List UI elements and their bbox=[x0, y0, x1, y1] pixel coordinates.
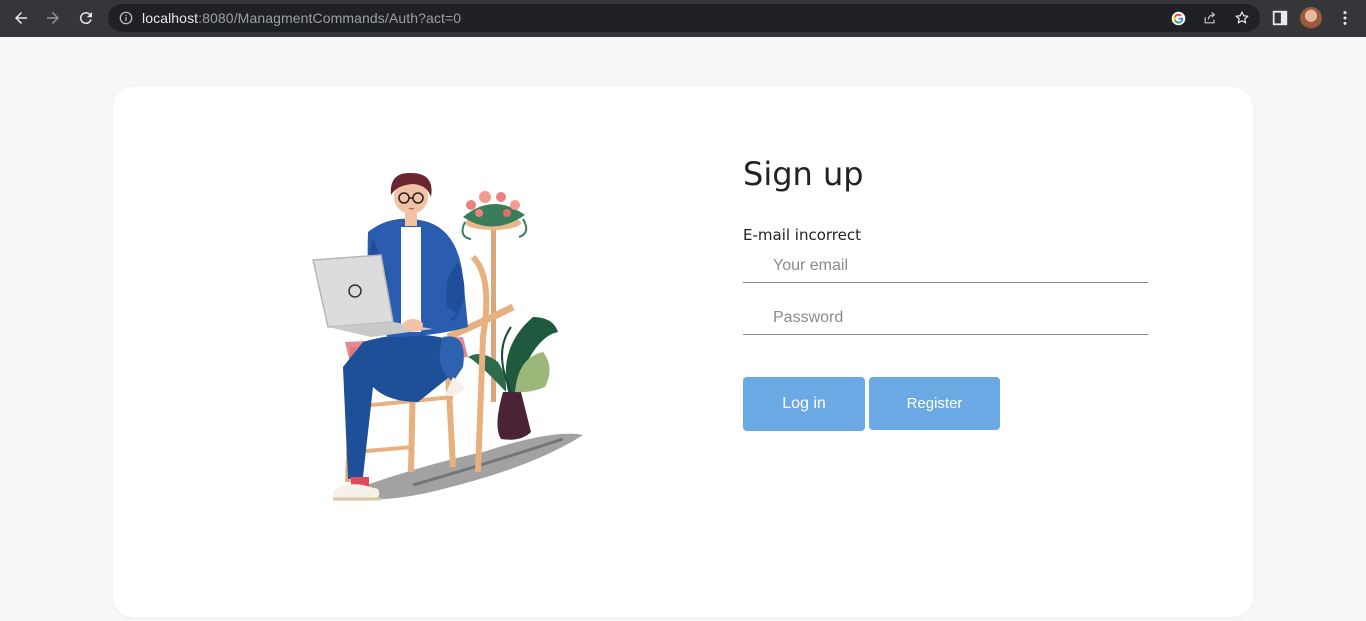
email-input[interactable] bbox=[743, 249, 1148, 283]
auth-card: Sign up E-mail incorrect Log in Register bbox=[113, 87, 1253, 617]
email-error-message: E-mail incorrect bbox=[743, 226, 861, 244]
login-button[interactable]: Log in bbox=[743, 377, 865, 431]
forward-arrow-icon[interactable] bbox=[42, 7, 64, 29]
info-icon[interactable] bbox=[118, 10, 134, 26]
back-arrow-icon[interactable] bbox=[10, 7, 32, 29]
side-panel-icon[interactable] bbox=[1269, 7, 1291, 29]
person-with-laptop-illustration bbox=[312, 172, 583, 501]
password-input[interactable] bbox=[743, 301, 1148, 335]
star-icon[interactable] bbox=[1232, 8, 1252, 28]
address-bar[interactable]: localhost:8080/ManagmentCommands/Auth?ac… bbox=[108, 4, 1260, 32]
kebab-menu-icon[interactable] bbox=[1334, 7, 1356, 29]
google-icon[interactable] bbox=[1168, 8, 1188, 28]
page-title: Sign up bbox=[743, 155, 864, 193]
browser-toolbar: localhost:8080/ManagmentCommands/Auth?ac… bbox=[0, 0, 1366, 37]
register-button[interactable]: Register bbox=[869, 377, 1000, 430]
reload-icon[interactable] bbox=[75, 7, 97, 29]
url-text: localhost:8080/ManagmentCommands/Auth?ac… bbox=[142, 10, 462, 26]
profile-avatar[interactable] bbox=[1300, 7, 1322, 29]
share-icon[interactable] bbox=[1200, 8, 1220, 28]
